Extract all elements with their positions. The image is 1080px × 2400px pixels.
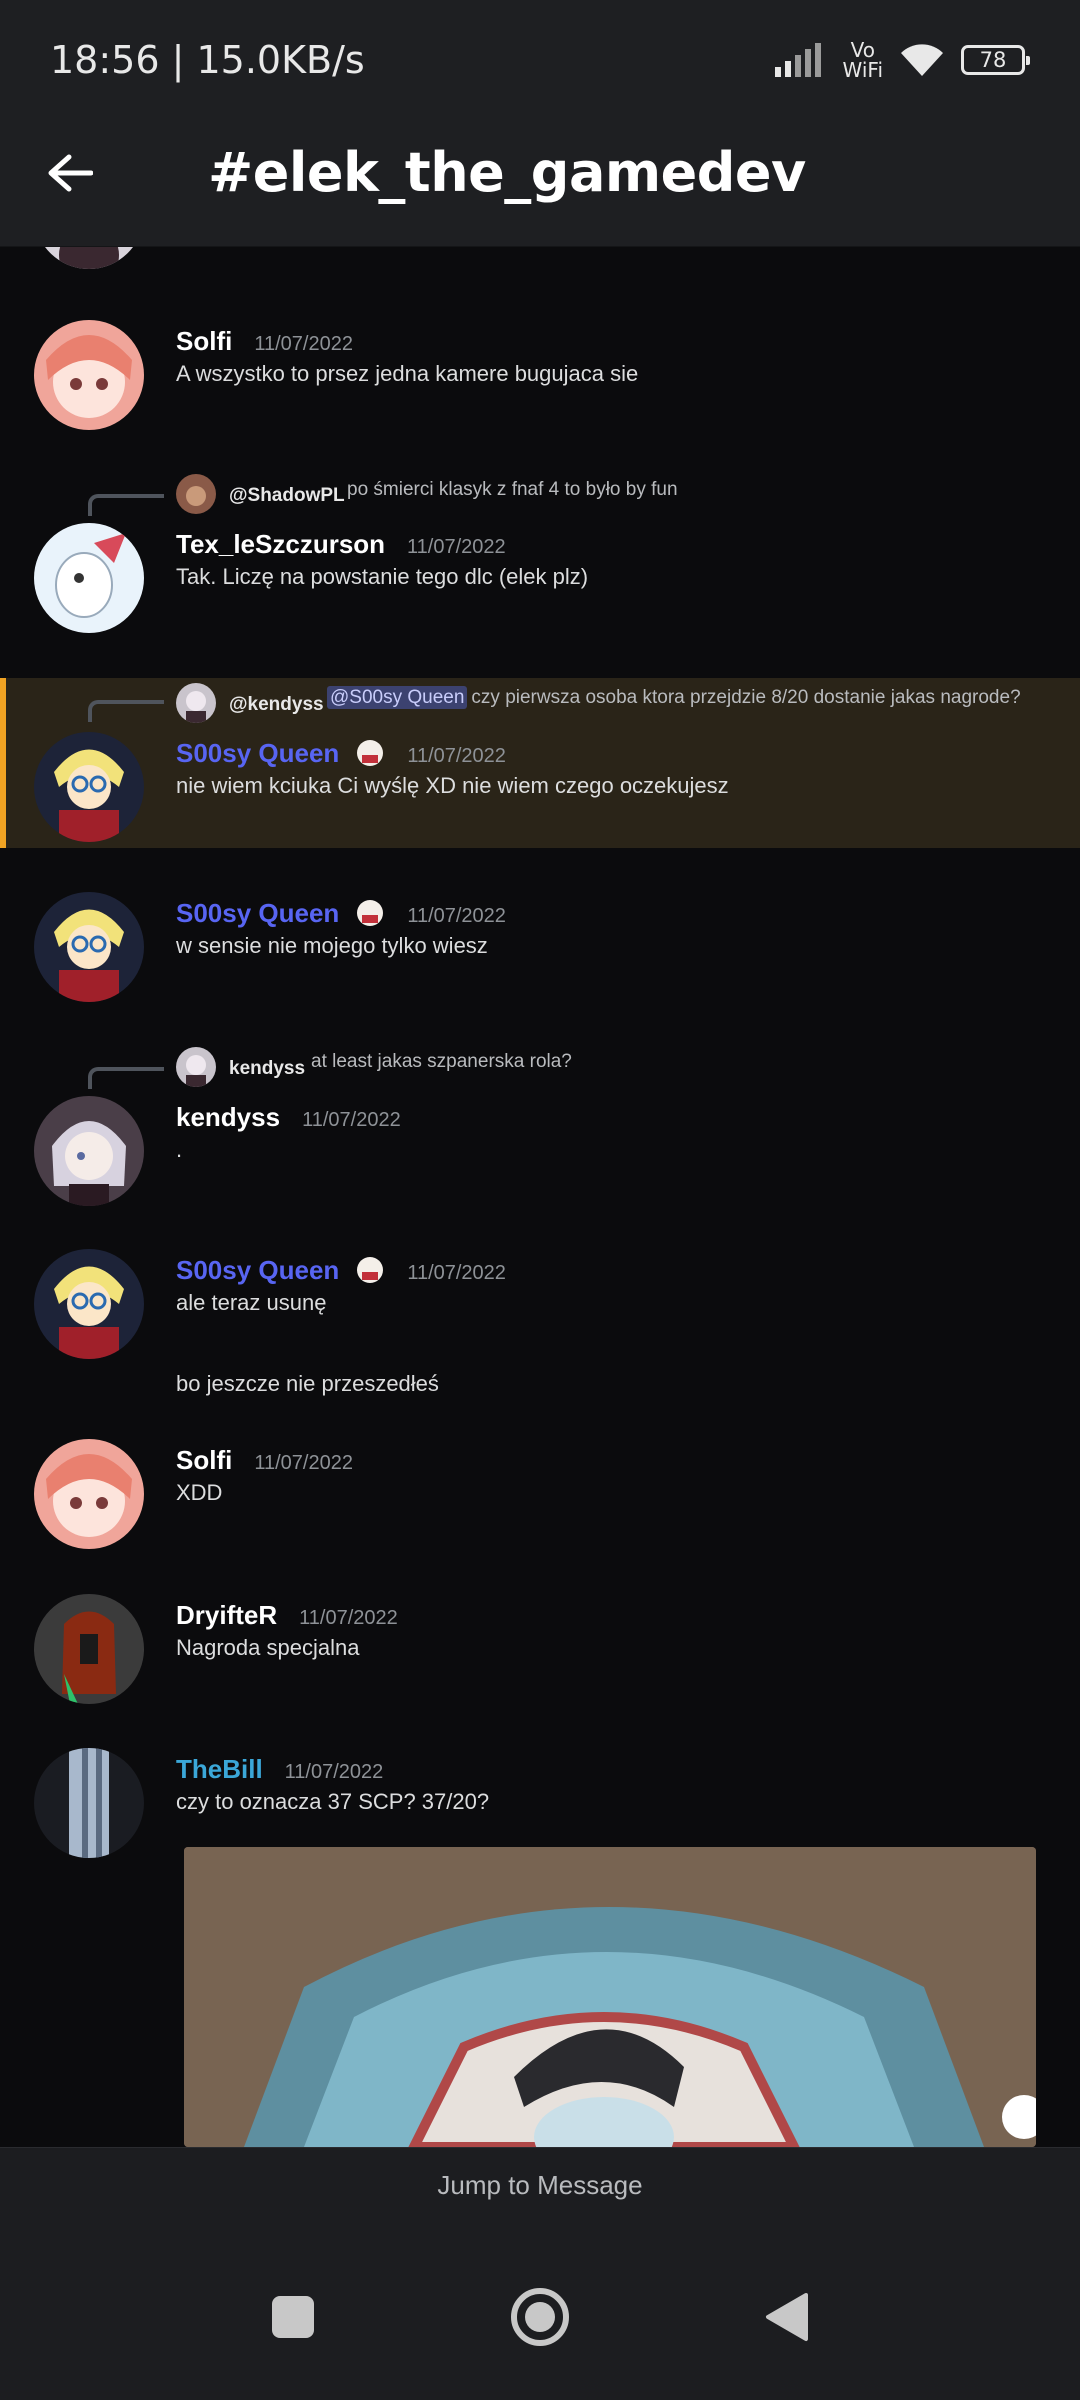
reply-preview[interactable]: at least jakas szpanerska rola?	[311, 1051, 572, 1073]
signal-icon	[774, 43, 821, 77]
avatar[interactable]	[34, 320, 144, 430]
message-author[interactable]: S00sy Queen 11/07/2022	[176, 1255, 506, 1286]
reply-preview[interactable]: po śmierci klasyk z fnaf 4 to było by fu…	[347, 479, 678, 501]
square-icon	[272, 2296, 314, 2338]
message-author[interactable]: DryifteR 11/07/2022	[176, 1600, 398, 1631]
battery-indicator: 78	[961, 45, 1030, 75]
message-author[interactable]: Solfi 11/07/2022	[176, 326, 353, 357]
message-text: ale teraz usunę	[176, 1290, 327, 1315]
reply-avatar	[176, 683, 216, 723]
channel-header: #elek_the_gamedev	[0, 125, 1080, 247]
avatar[interactable]	[34, 1249, 144, 1359]
message-author[interactable]: TheBill 11/07/2022	[176, 1754, 383, 1785]
avatar[interactable]	[34, 1748, 144, 1858]
channel-title: #elek_the_gamedev	[208, 141, 806, 204]
vowifi-label: Vo WiFi	[842, 38, 884, 82]
recents-button[interactable]	[253, 2277, 333, 2357]
triangle-back-icon	[766, 2293, 808, 2341]
status-bar: 18:56 | 15.0KB/s Vo WiFi 78	[0, 0, 1080, 125]
message-list[interactable]: Solfi 11/07/2022 A wszystko to prsez jedn…	[0, 247, 1080, 2147]
avatar[interactable]	[34, 523, 144, 633]
avatar[interactable]	[34, 1594, 144, 1704]
wifi-icon	[901, 44, 943, 76]
avatar[interactable]	[34, 1096, 144, 1206]
image-attachment[interactable]	[184, 1847, 1036, 2147]
message-timestamp: 11/07/2022	[302, 1109, 401, 1131]
reply-avatar	[176, 1047, 216, 1087]
avatar[interactable]	[34, 1439, 144, 1549]
back-nav-button[interactable]	[747, 2277, 827, 2357]
reply-author[interactable]: @ShadowPL	[229, 485, 345, 507]
message-timestamp: 11/07/2022	[407, 536, 506, 558]
status-icons: Vo WiFi 78	[774, 38, 1030, 82]
message-text: Nagroda specjalna	[176, 1635, 360, 1660]
message-author[interactable]: kendyss 11/07/2022	[176, 1102, 401, 1133]
message-text: czy to oznacza 37 SCP? 37/20?	[176, 1789, 490, 1814]
message-text: A wszystko to prsez jedna kamere bugujac…	[176, 361, 639, 386]
jump-to-message-bar[interactable]: Jump to Message	[0, 2147, 1080, 2227]
message-text: .	[176, 1137, 183, 1162]
message-timestamp: 11/07/2022	[299, 1607, 398, 1629]
reply-connector	[88, 700, 164, 722]
system-nav-bar	[0, 2227, 1080, 2400]
message-text: w sensie nie mojego tylko wiesz	[176, 933, 488, 958]
role-icon	[357, 740, 384, 766]
message-timestamp: 11/07/2022	[254, 333, 353, 355]
reply-author[interactable]: @kendyss	[229, 694, 324, 716]
reply-preview[interactable]: @S00sy Queen czy pierwsza osoba ktora prz…	[327, 686, 1021, 709]
reply-connector	[88, 1067, 164, 1089]
role-icon	[357, 1257, 384, 1283]
status-time: 18:56 | 15.0KB/s	[50, 38, 365, 82]
avatar[interactable]	[34, 247, 144, 269]
message-text: nie wiem kciuka Ci wyślę XD nie wiem cze…	[176, 773, 729, 798]
message-timestamp: 11/07/2022	[407, 745, 506, 767]
reply-author[interactable]: kendyss	[229, 1058, 305, 1080]
message-author[interactable]: Tex_leSzczurson 11/07/2022	[176, 529, 506, 560]
avatar[interactable]	[34, 732, 144, 842]
arrow-left-icon	[48, 154, 93, 192]
message-author[interactable]: S00sy Queen 11/07/2022	[176, 898, 506, 929]
reply-connector	[88, 494, 164, 516]
message-timestamp: 11/07/2022	[284, 1761, 384, 1783]
avatar[interactable]	[34, 892, 144, 1002]
back-button[interactable]	[40, 143, 100, 203]
home-button[interactable]	[500, 2277, 580, 2357]
message-text: XDD	[176, 1480, 223, 1505]
reply-avatar	[176, 474, 216, 514]
mention-chip[interactable]: @S00sy Queen	[327, 686, 468, 709]
message-text: Tak. Liczę na powstanie tego dlc (elek p…	[176, 564, 589, 589]
message-author[interactable]: S00sy Queen 11/07/2022	[176, 738, 506, 769]
message-text: bo jeszcze nie przeszedłeś	[176, 1371, 439, 1396]
role-icon	[357, 900, 384, 926]
message-author[interactable]: Solfi 11/07/2022	[176, 1445, 353, 1476]
message-timestamp: 11/07/2022	[407, 905, 506, 927]
circle-icon	[511, 2288, 569, 2346]
message-timestamp: 11/07/2022	[254, 1452, 353, 1474]
jump-to-message-button[interactable]: Jump to Message	[0, 2170, 1080, 2201]
message-timestamp: 11/07/2022	[407, 1262, 506, 1284]
